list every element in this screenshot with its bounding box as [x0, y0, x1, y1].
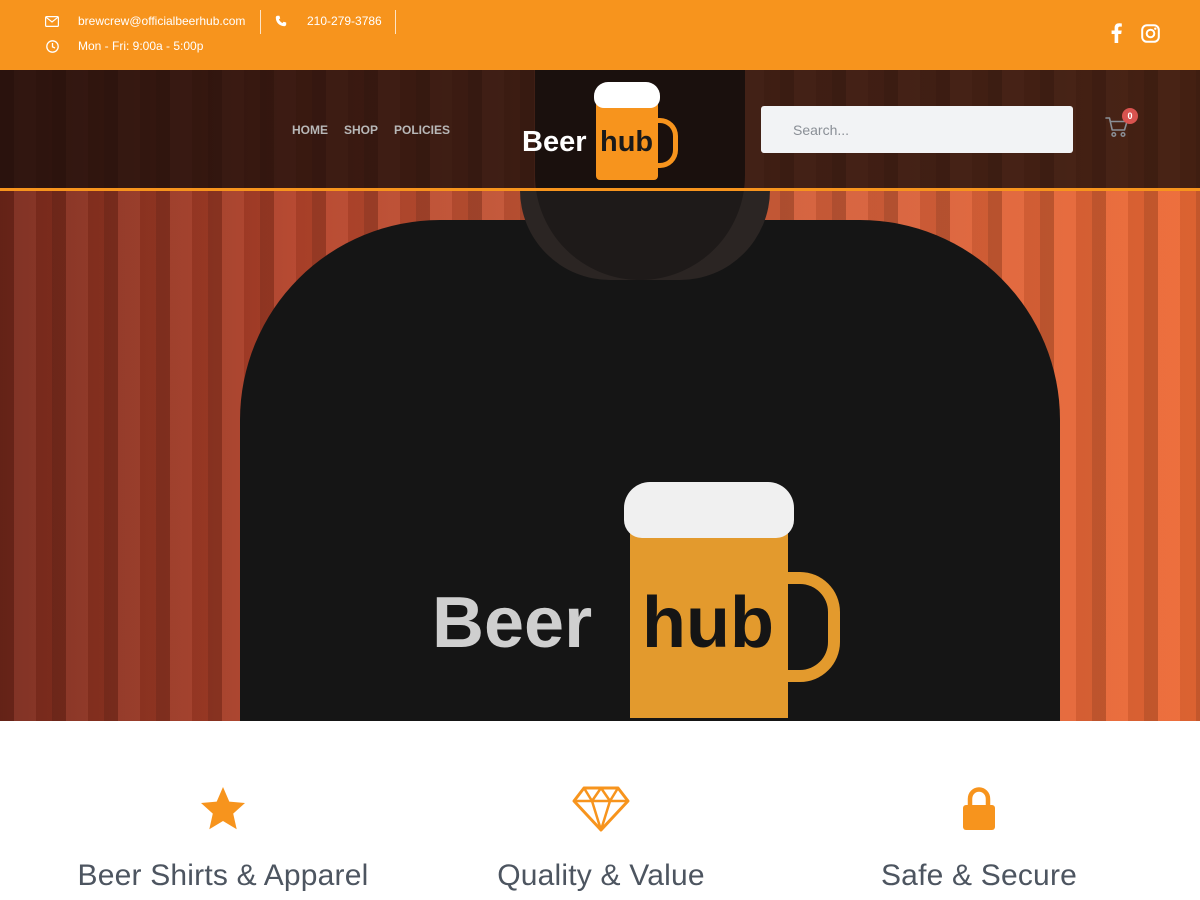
clock-icon	[44, 38, 60, 54]
feature-item: Beer Shirts & Apparel	[33, 785, 413, 893]
nav-home[interactable]: HOME	[292, 123, 328, 137]
shirt-logo-word-hub: hub	[642, 583, 774, 663]
main-nav: HOME SHOP POLICIES	[292, 123, 450, 137]
shirt-logo-word-beer: Beer	[432, 583, 593, 663]
contact-phone-text[interactable]: 210-279-3786	[307, 14, 382, 28]
cart-count-badge: 0	[1122, 108, 1138, 124]
phone-icon	[273, 13, 289, 29]
business-hours: Mon - Fri: 9:00a - 5:00p	[44, 38, 203, 54]
search-input[interactable]	[761, 106, 1073, 153]
instagram-icon[interactable]	[1140, 22, 1160, 44]
star-icon	[33, 785, 413, 833]
social-links	[1106, 22, 1160, 44]
logo-word-hub: hub	[600, 126, 654, 158]
topbar-divider	[260, 10, 261, 34]
shirt-logo-graphic: Beer hub	[432, 482, 852, 721]
lock-icon	[789, 785, 1169, 833]
feature-item: Safe & Secure	[789, 785, 1169, 893]
nav-shop[interactable]: SHOP	[344, 123, 378, 137]
feature-title: Safe & Secure	[880, 859, 1078, 892]
feature-item: Quality & Value	[411, 785, 791, 893]
top-info-bar: brewcrew@officialbeerhub.com 210-279-378…	[0, 0, 1200, 70]
diamond-icon	[411, 785, 791, 833]
site-logo[interactable]: Beer hub	[520, 80, 682, 184]
feature-title: Quality & Value	[497, 859, 705, 892]
shirt-mug-handle	[784, 572, 840, 682]
shirt-mug-foam	[624, 482, 794, 538]
business-hours-text: Mon - Fri: 9:00a - 5:00p	[78, 39, 204, 53]
feature-highlights: Beer Shirts & Apparel Quality & Value Sa…	[0, 721, 1200, 900]
contact-phone[interactable]: 210-279-3786	[273, 13, 382, 29]
logo-mug-foam	[594, 82, 660, 108]
nav-policies[interactable]: POLICIES	[394, 123, 450, 137]
envelope-icon	[44, 13, 60, 29]
logo-word-beer: Beer	[522, 126, 587, 158]
facebook-icon[interactable]	[1106, 22, 1126, 44]
feature-title: Beer Shirts & Apparel	[77, 859, 369, 892]
contact-email-text[interactable]: brewcrew@officialbeerhub.com	[78, 14, 245, 28]
cart-button[interactable]: 0	[1105, 108, 1138, 142]
topbar-divider	[395, 10, 396, 34]
contact-email[interactable]: brewcrew@officialbeerhub.com	[44, 13, 245, 29]
site-header: HOME SHOP POLICIES Beer hub 0	[0, 70, 1200, 191]
logo-mug-handle	[656, 118, 678, 168]
